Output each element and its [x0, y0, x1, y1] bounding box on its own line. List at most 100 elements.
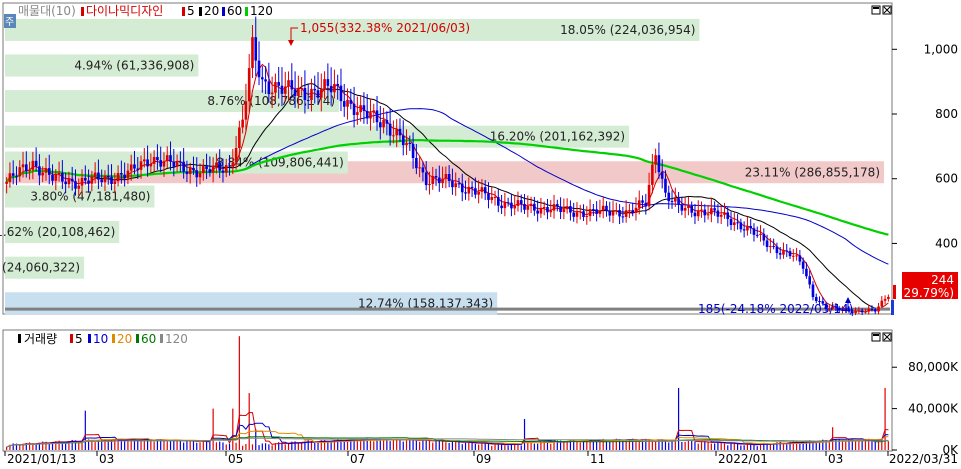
volume-bar-27: [94, 442, 96, 450]
candle-body-10: [38, 166, 41, 176]
candle-body-167: [552, 204, 556, 211]
candle-body-158: [523, 203, 526, 210]
candle-body-239: [788, 251, 792, 257]
candle-body-74: [247, 68, 251, 102]
candle-body-203: [670, 201, 674, 203]
candle-body-12: [44, 168, 48, 173]
candle-body-267: [880, 300, 884, 307]
volume-bar-66: [222, 442, 224, 450]
candle-body-151: [500, 205, 503, 209]
volume-bar-147: [487, 443, 490, 450]
volume-bar-78: [261, 443, 263, 450]
candle-body-68: [228, 165, 231, 167]
candle-body-177: [585, 216, 589, 218]
volume-bar-217: [717, 442, 719, 450]
side-button-label: 주: [5, 17, 14, 28]
candle-body-176: [582, 211, 585, 218]
candle-body-147: [487, 193, 490, 200]
candle-body-61: [205, 166, 208, 170]
candle-body-136: [451, 180, 454, 188]
current-price-marker: [893, 285, 896, 299]
candle-body-201: [664, 178, 667, 193]
volume-bar-256: [845, 441, 847, 450]
volume-bar-264: [871, 440, 873, 450]
volume-bar-166: [550, 443, 552, 450]
candle-body-127: [421, 167, 425, 173]
candle-body-104: [346, 99, 349, 107]
candle-body-30: [103, 176, 107, 183]
volume-bar-95: [317, 441, 319, 450]
candle-body-114: [378, 122, 382, 128]
legend-ma5: 5: [187, 4, 195, 18]
candle-body-261: [860, 310, 864, 313]
volume-bar-238: [786, 444, 788, 450]
candle-body-36: [123, 174, 126, 179]
volume-bar-265: [874, 441, 876, 450]
candle-body-188: [621, 216, 625, 218]
candle-body-129: [428, 183, 431, 186]
x-tick-label-0: 2021/01/13: [7, 452, 76, 466]
candle-body-100: [333, 83, 336, 93]
volume-bar-142: [471, 442, 473, 450]
candle-body-234: [772, 246, 775, 248]
candle-body-71: [238, 127, 241, 149]
candle-body-85: [283, 86, 287, 94]
volume-profile-label-7: 8.76% (108,786,174): [207, 94, 335, 108]
volume-bar-202: [668, 442, 670, 450]
x-tick-label-8: 2022/03/31: [889, 452, 958, 466]
candle-body-44: [149, 163, 153, 167]
candle-body-25: [87, 180, 90, 184]
candle-body-237: [782, 250, 785, 255]
volume-bar-54: [183, 442, 185, 450]
volume-profile-label-3: 3.80% (47,181,480): [30, 190, 150, 204]
volume-bar-103: [343, 441, 345, 450]
candle-body-204: [673, 198, 677, 202]
candle-body-43: [146, 159, 149, 167]
volume-bar-80: [268, 444, 270, 450]
volume-bar-90: [301, 443, 303, 450]
volume-bar-44: [150, 440, 152, 450]
volume-bar-89: [297, 442, 299, 450]
candle-body-42: [142, 159, 146, 162]
volume-bar-86: [287, 443, 290, 450]
candle-body-69: [231, 162, 235, 166]
candle-body-262: [864, 311, 867, 313]
candle-body-35: [120, 172, 123, 175]
candle-body-86: [287, 80, 290, 87]
volume-bar-210: [694, 441, 696, 450]
candle-body-8: [31, 160, 35, 170]
candle-body-247: [814, 297, 818, 302]
candle-body-142: [470, 186, 474, 189]
candle-body-266: [877, 306, 880, 312]
volume-bar-171: [566, 442, 568, 450]
volume-bar-70: [235, 442, 237, 450]
candle-body-7: [28, 169, 31, 172]
legend-ma5-swatch: [182, 7, 185, 16]
candle-body-1: [8, 173, 12, 182]
candle-body-185: [611, 211, 615, 216]
volume-bar-226: [746, 443, 749, 450]
volume-bar-148: [491, 446, 493, 450]
volume-bar-112: [373, 441, 375, 450]
volume-bar-67: [225, 444, 227, 450]
candle-body-29: [100, 179, 104, 183]
volume-bar-134: [445, 442, 447, 450]
candle-body-145: [480, 187, 484, 192]
volume-bar-81: [271, 445, 273, 450]
volume-bar-57: [192, 440, 195, 450]
candle-body-227: [749, 225, 753, 229]
volume-bar-18: [65, 443, 67, 450]
candle-body-16: [57, 172, 61, 175]
legend-ma120-swatch: [245, 7, 248, 16]
candle-body-149: [493, 197, 497, 199]
volume-bar-4: [19, 444, 21, 450]
candle-body-19: [67, 178, 71, 185]
candle-body-15: [54, 174, 58, 181]
volume-bar-212: [700, 441, 703, 450]
candle-body-116: [385, 119, 389, 124]
volume-bar-124: [412, 439, 414, 450]
candle-body-135: [447, 174, 451, 181]
volume-bar-63: [212, 408, 214, 450]
candle-body-156: [516, 200, 520, 206]
candle-body-134: [444, 174, 448, 179]
